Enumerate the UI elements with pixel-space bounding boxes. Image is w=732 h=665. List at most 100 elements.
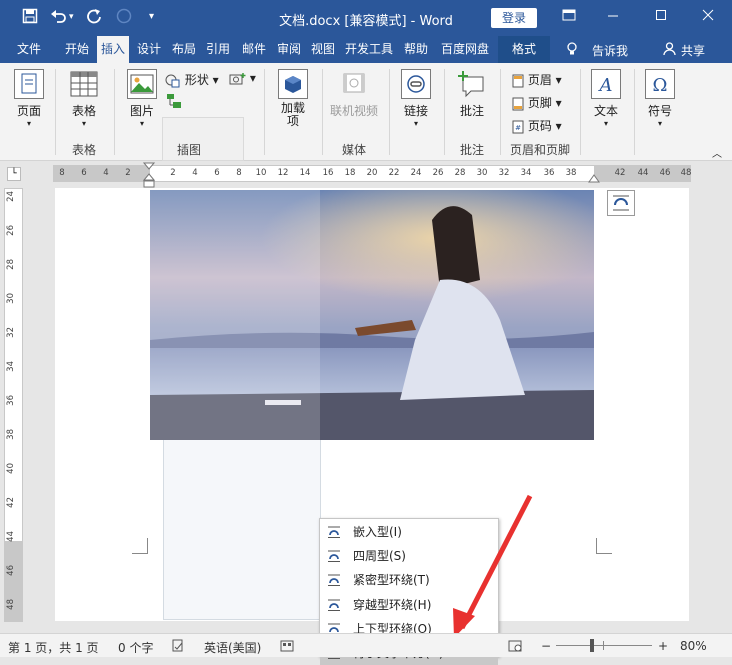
- textbox-icon: A: [591, 69, 621, 99]
- word-count[interactable]: 0 个字: [118, 639, 153, 656]
- zoom-slider[interactable]: [556, 645, 652, 646]
- tab-home[interactable]: 开始: [60, 36, 94, 63]
- comment-icon: [457, 69, 487, 99]
- comment-label: 批注: [459, 104, 484, 118]
- link-button[interactable]: 链接 ▾: [396, 69, 436, 128]
- save-icon[interactable]: [22, 8, 38, 28]
- redo-icon[interactable]: [86, 8, 102, 28]
- vertical-ruler[interactable]: 24 26 28 30 32 34 36 38 40 42 44 46 48: [4, 188, 23, 622]
- picture-button[interactable]: 图片 ▾: [122, 69, 162, 128]
- ribbon-tabs: 文件 开始 插入 设计 布局 引用 邮件 审阅 视图 开发工具 帮助 百度网盘 …: [0, 36, 732, 63]
- tab-baidu-netdisk[interactable]: 百度网盘: [435, 36, 495, 63]
- svg-text:A: A: [598, 75, 613, 96]
- header-button[interactable]: 页眉 ▾: [512, 71, 562, 88]
- tab-mailings[interactable]: 邮件: [237, 36, 271, 63]
- text-button[interactable]: A 文本 ▾: [586, 69, 626, 128]
- layout-options-icon[interactable]: [607, 190, 635, 216]
- menu-item-label: 嵌入型(I): [353, 525, 402, 539]
- undo-dropdown-icon[interactable]: ▾: [69, 12, 74, 22]
- comment-button[interactable]: 批注: [452, 69, 492, 119]
- page-count[interactable]: 第 1 页，共 1 页: [8, 639, 99, 656]
- vertical-ruler-tick: 34: [6, 361, 16, 372]
- ruler-tick: 10: [255, 168, 267, 178]
- wrap-icon: [328, 574, 340, 587]
- ruler-tick: 24: [410, 168, 422, 178]
- symbol-button[interactable]: Ω 符号 ▾: [640, 69, 680, 128]
- wrap-icon: [328, 526, 340, 538]
- tab-layout[interactable]: 布局: [168, 36, 200, 63]
- tab-insert[interactable]: 插入: [97, 36, 129, 63]
- shapes-button[interactable]: 形状 ▾: [165, 71, 219, 88]
- status-bar: 第 1 页，共 1 页 0 个字 英语(美国) − + 80%: [0, 633, 732, 657]
- zoom-slider-thumb[interactable]: [590, 639, 594, 652]
- vertical-ruler-tick: 30: [6, 293, 16, 304]
- footer-label: 页脚: [527, 96, 552, 110]
- tab-design[interactable]: 设计: [132, 36, 166, 63]
- minimize-icon[interactable]: [603, 8, 623, 26]
- tab-review[interactable]: 审阅: [273, 36, 305, 63]
- login-button[interactable]: 登录: [491, 8, 537, 28]
- zoom-out-button[interactable]: −: [541, 639, 551, 653]
- tab-references[interactable]: 引用: [202, 36, 234, 63]
- page-number-label: 页码: [527, 119, 552, 133]
- vertical-ruler-tick: 24: [6, 191, 16, 202]
- addins-label: 加载 项: [280, 101, 305, 128]
- tab-developer[interactable]: 开发工具: [341, 36, 397, 63]
- share-button[interactable]: 共享: [681, 42, 705, 59]
- footer-button[interactable]: 页脚 ▾: [512, 94, 562, 111]
- vertical-ruler-tick: 48: [6, 599, 16, 610]
- tab-format[interactable]: 格式: [498, 36, 550, 63]
- tab-view[interactable]: 视图: [307, 36, 339, 63]
- zoom-in-button[interactable]: +: [658, 639, 668, 653]
- vertical-ruler-tick: 36: [6, 395, 16, 406]
- addins-button[interactable]: 加载 项: [272, 69, 314, 128]
- tab-help[interactable]: 帮助: [400, 36, 432, 63]
- online-video-button[interactable]: 联机视频: [326, 69, 382, 119]
- indent-marker-icon[interactable]: [142, 162, 156, 188]
- language-indicator[interactable]: 英语(美国): [204, 639, 261, 656]
- tab-file[interactable]: 文件: [10, 36, 48, 63]
- touch-mode-icon[interactable]: [116, 8, 132, 28]
- maximize-icon[interactable]: [651, 8, 671, 26]
- lightbulb-icon[interactable]: [566, 42, 578, 59]
- ruler-tick: 32: [498, 168, 510, 178]
- svg-text:Ω: Ω: [653, 75, 668, 96]
- page-number-button[interactable]: # 页码 ▾: [512, 117, 562, 134]
- table-icon: [69, 69, 99, 99]
- undo-icon[interactable]: [50, 8, 68, 28]
- title-bar: ▾ ▾ 文档.docx [兼容模式] - Word 登录: [0, 0, 732, 36]
- customize-toolbar-icon[interactable]: ▾: [149, 11, 154, 22]
- macro-icon[interactable]: [280, 639, 294, 656]
- margin-corner-left: [132, 538, 148, 554]
- web-layout-icon[interactable]: [508, 639, 522, 656]
- smartart-icon[interactable]: [165, 93, 183, 112]
- table-button[interactable]: 表格 ▾: [62, 69, 106, 128]
- page-button[interactable]: 页面 ▾: [8, 69, 50, 128]
- ruler-tick: 6: [214, 168, 220, 178]
- ruler-tick: 8: [236, 168, 242, 178]
- margin-corner-right: [596, 538, 612, 554]
- vertical-ruler-tick: 26: [6, 225, 16, 236]
- menu-item-label: 四周型(S): [353, 549, 406, 564]
- omega-icon: Ω: [645, 69, 675, 99]
- red-arrow-annotation: [453, 494, 533, 638]
- ribbon: 页面 ▾ 表格 ▾ 表格 图片 ▾ 形状 ▾ ▾ 插图 加载 项 联机视频 媒体…: [0, 63, 732, 161]
- collapse-ribbon-icon[interactable]: ︿: [712, 145, 722, 160]
- selected-picture[interactable]: [150, 190, 594, 440]
- vertical-ruler-tick: 28: [6, 259, 16, 270]
- screenshot-button[interactable]: ▾: [228, 71, 256, 86]
- ruler-tick: 36: [543, 168, 555, 178]
- user-icon[interactable]: [663, 42, 676, 59]
- tell-me-search[interactable]: 告诉我: [592, 42, 628, 59]
- tab-selector-icon[interactable]: └: [7, 167, 21, 181]
- picture-icon: [127, 69, 157, 99]
- zoom-level[interactable]: 80%: [680, 639, 707, 653]
- ruler-tick: 4: [192, 168, 198, 178]
- addins-icon: [278, 69, 308, 99]
- vertical-ruler-tick: 40: [6, 463, 16, 474]
- right-indent-icon[interactable]: [588, 173, 600, 183]
- close-icon[interactable]: [698, 8, 718, 26]
- ruler-tick: 6: [81, 168, 87, 178]
- ribbon-display-icon[interactable]: [559, 8, 579, 26]
- proofing-icon[interactable]: [171, 639, 185, 656]
